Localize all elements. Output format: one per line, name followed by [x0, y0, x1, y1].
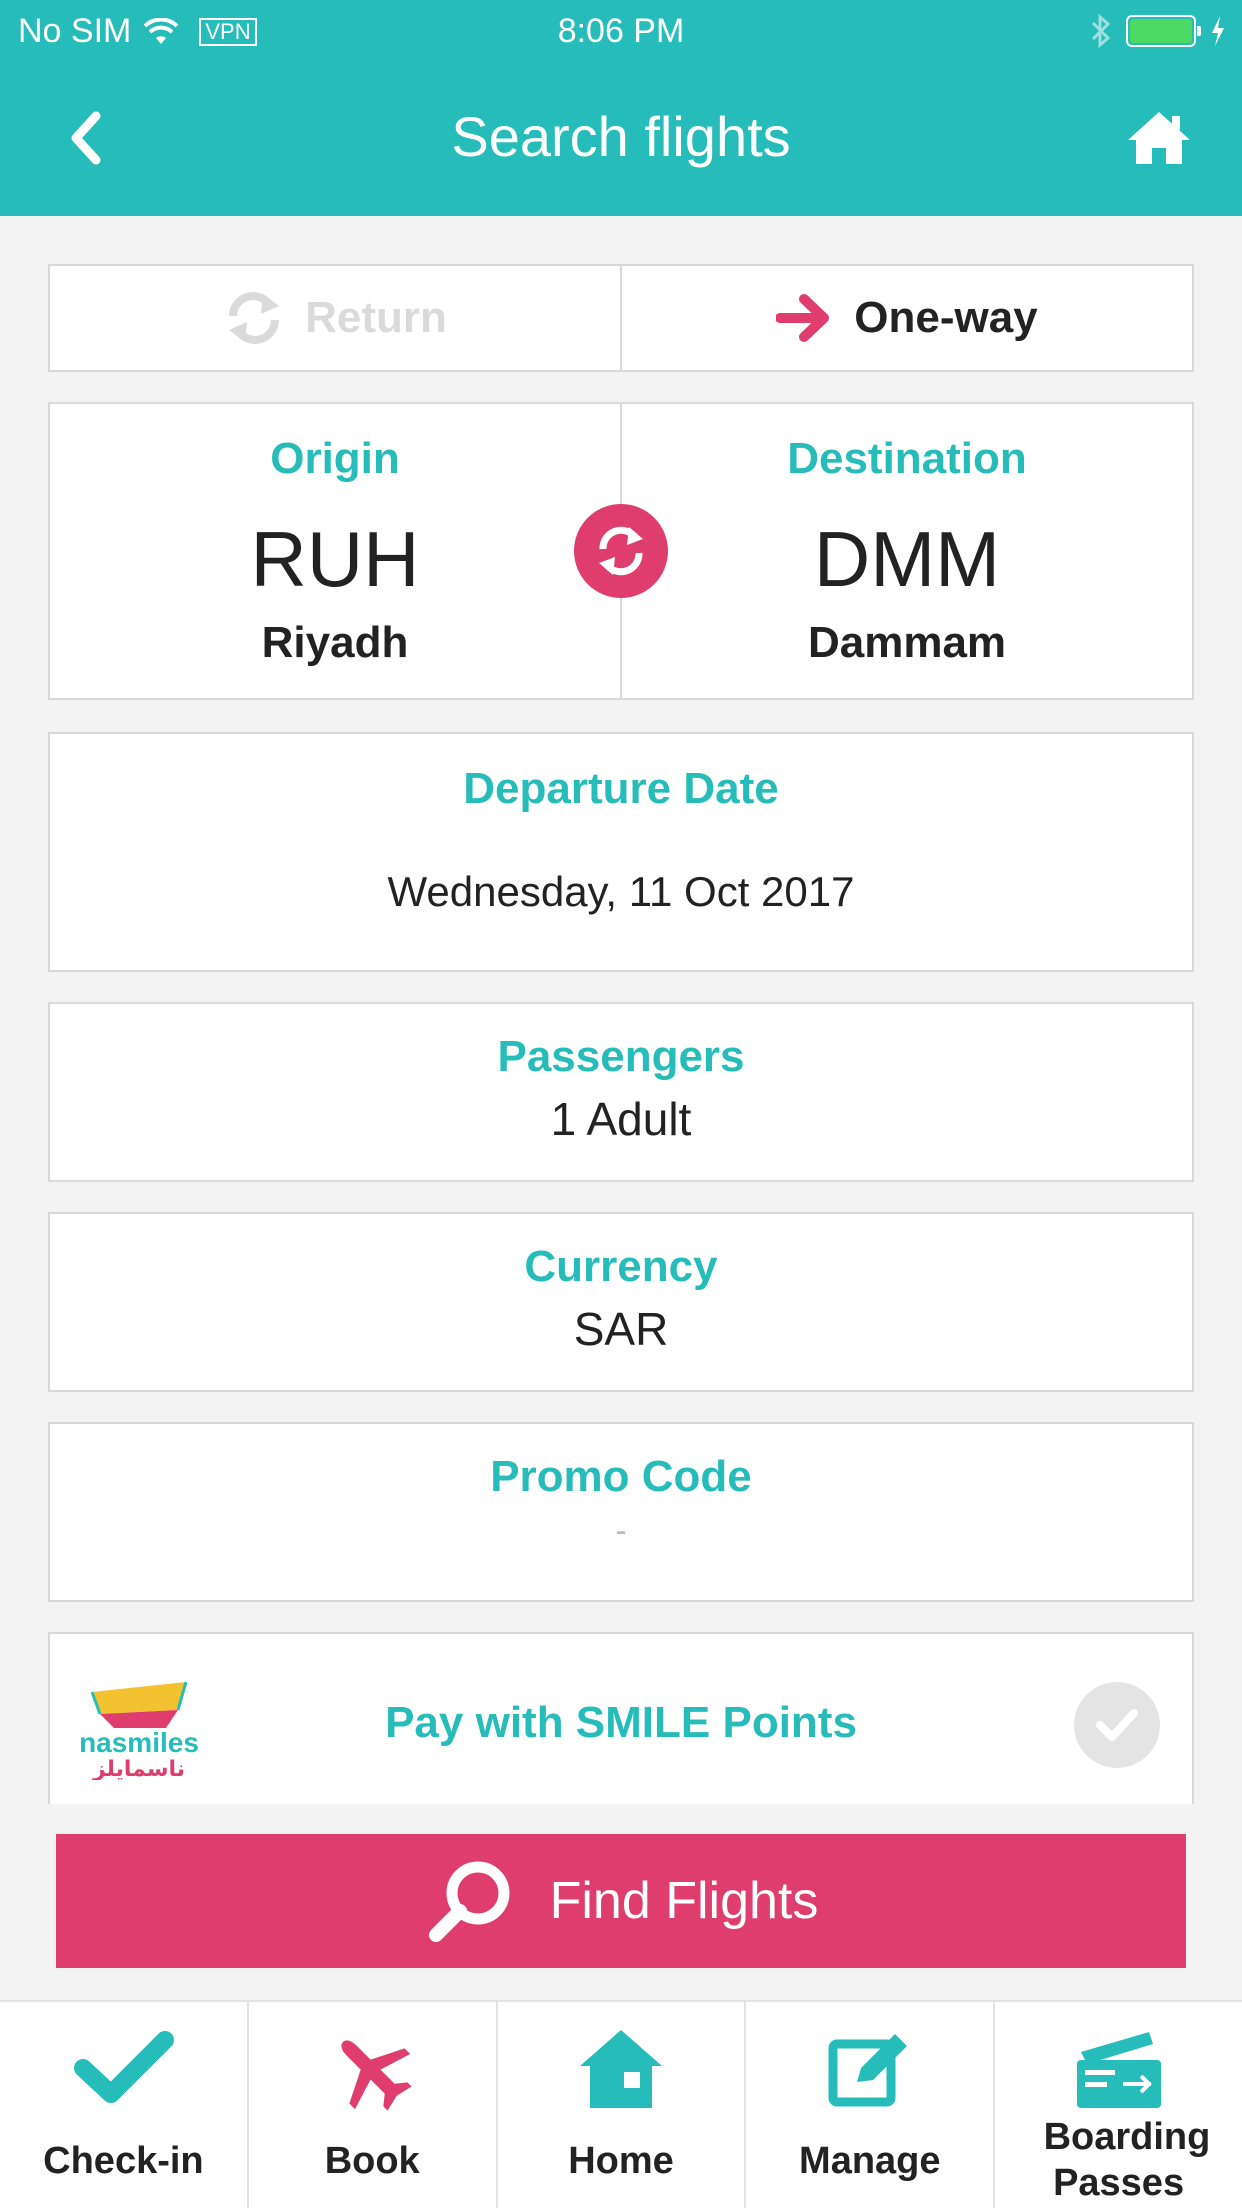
- return-label: Return: [305, 293, 447, 342]
- smile-points-option[interactable]: nasmiles ناسمايلز Pay with SMILE Points: [48, 1632, 1194, 1804]
- tab-book[interactable]: Book: [246, 2002, 496, 2208]
- departure-date-value: Wednesday, 11 Oct 2017: [387, 868, 855, 915]
- currency-field[interactable]: Currency SAR: [48, 1212, 1194, 1392]
- top-bar: No SIM VPN 8:06 PM Search flights: [0, 0, 1242, 216]
- home-icon[interactable]: [1126, 108, 1192, 168]
- airplane-icon: [341, 2040, 412, 2111]
- tab-home-label: Home: [568, 2140, 674, 2182]
- edit-icon: [828, 2034, 907, 2107]
- promo-code-field[interactable]: Promo Code -: [48, 1422, 1194, 1602]
- arrow-right-icon: [776, 294, 830, 342]
- passengers-field[interactable]: Passengers 1 Adult: [48, 1002, 1194, 1182]
- search-icon: [428, 1861, 510, 1942]
- destination-selector[interactable]: Destination DMM Dammam: [620, 404, 1192, 698]
- smile-points-toggle[interactable]: [1074, 1682, 1160, 1768]
- destination-label: Destination: [787, 434, 1027, 483]
- origin-selector[interactable]: Origin RUH Riyadh: [50, 404, 620, 698]
- charging-icon: [1212, 16, 1224, 46]
- swap-icon: [599, 526, 643, 576]
- destination-code: DMM: [813, 515, 1001, 603]
- return-arrows-icon: [229, 292, 280, 344]
- promo-code-value: -: [615, 1512, 627, 1550]
- departure-date-field[interactable]: Departure Date Wednesday, 11 Oct 2017: [48, 732, 1194, 972]
- tab-boarding-passes-label: Boarding Passes: [1043, 2116, 1211, 2204]
- tab-check-in-label: Check-in: [43, 2140, 204, 2182]
- passengers-value: 1 Adult: [550, 1093, 692, 1145]
- find-flights-button[interactable]: Find Flights: [56, 1834, 1186, 1968]
- checkmark-icon: [1096, 1709, 1138, 1741]
- tab-check-in[interactable]: Check-in: [0, 2002, 247, 2208]
- svg-text:ناسمايلز: ناسمايلز: [92, 1757, 185, 1780]
- find-flights-label: Find Flights: [549, 1872, 819, 1930]
- currency-value: SAR: [573, 1303, 669, 1355]
- trip-type-selector: Return One-way: [48, 264, 1194, 372]
- checkmark-icon: [74, 2031, 175, 2103]
- tab-manage-label: Manage: [799, 2140, 941, 2182]
- departure-date-label: Departure Date: [463, 764, 779, 813]
- return-option[interactable]: Return: [50, 266, 620, 370]
- tab-boarding-passes[interactable]: Boarding Passes: [993, 2002, 1242, 2208]
- status-bar: No SIM VPN 8:06 PM: [0, 0, 1242, 62]
- home-icon: [579, 2030, 662, 2108]
- origin-code: RUH: [250, 515, 420, 603]
- bluetooth-icon: [1091, 14, 1111, 48]
- tab-home[interactable]: Home: [495, 2002, 745, 2208]
- promo-code-label: Promo Code: [490, 1452, 752, 1501]
- origin-city: Riyadh: [261, 618, 409, 667]
- boarding-pass-icon: [1076, 2032, 1161, 2108]
- page-title: Search flights: [451, 105, 791, 168]
- currency-label: Currency: [524, 1242, 718, 1291]
- tab-manage[interactable]: Manage: [744, 2002, 993, 2208]
- tab-book-label: Book: [324, 2140, 420, 2182]
- bottom-tab-bar: Check-in Book Home Manage Boarding Passe…: [0, 2000, 1242, 2208]
- smile-points-label: Pay with SMILE Points: [385, 1698, 857, 1747]
- passengers-label: Passengers: [497, 1032, 745, 1081]
- status-time: 8:06 PM: [557, 12, 685, 50]
- swap-route-button[interactable]: [574, 504, 668, 598]
- one-way-option[interactable]: One-way: [620, 266, 1192, 370]
- one-way-label: One-way: [854, 293, 1038, 342]
- destination-city: Dammam: [807, 618, 1007, 667]
- origin-label: Origin: [270, 434, 400, 483]
- battery-icon: [1126, 15, 1201, 47]
